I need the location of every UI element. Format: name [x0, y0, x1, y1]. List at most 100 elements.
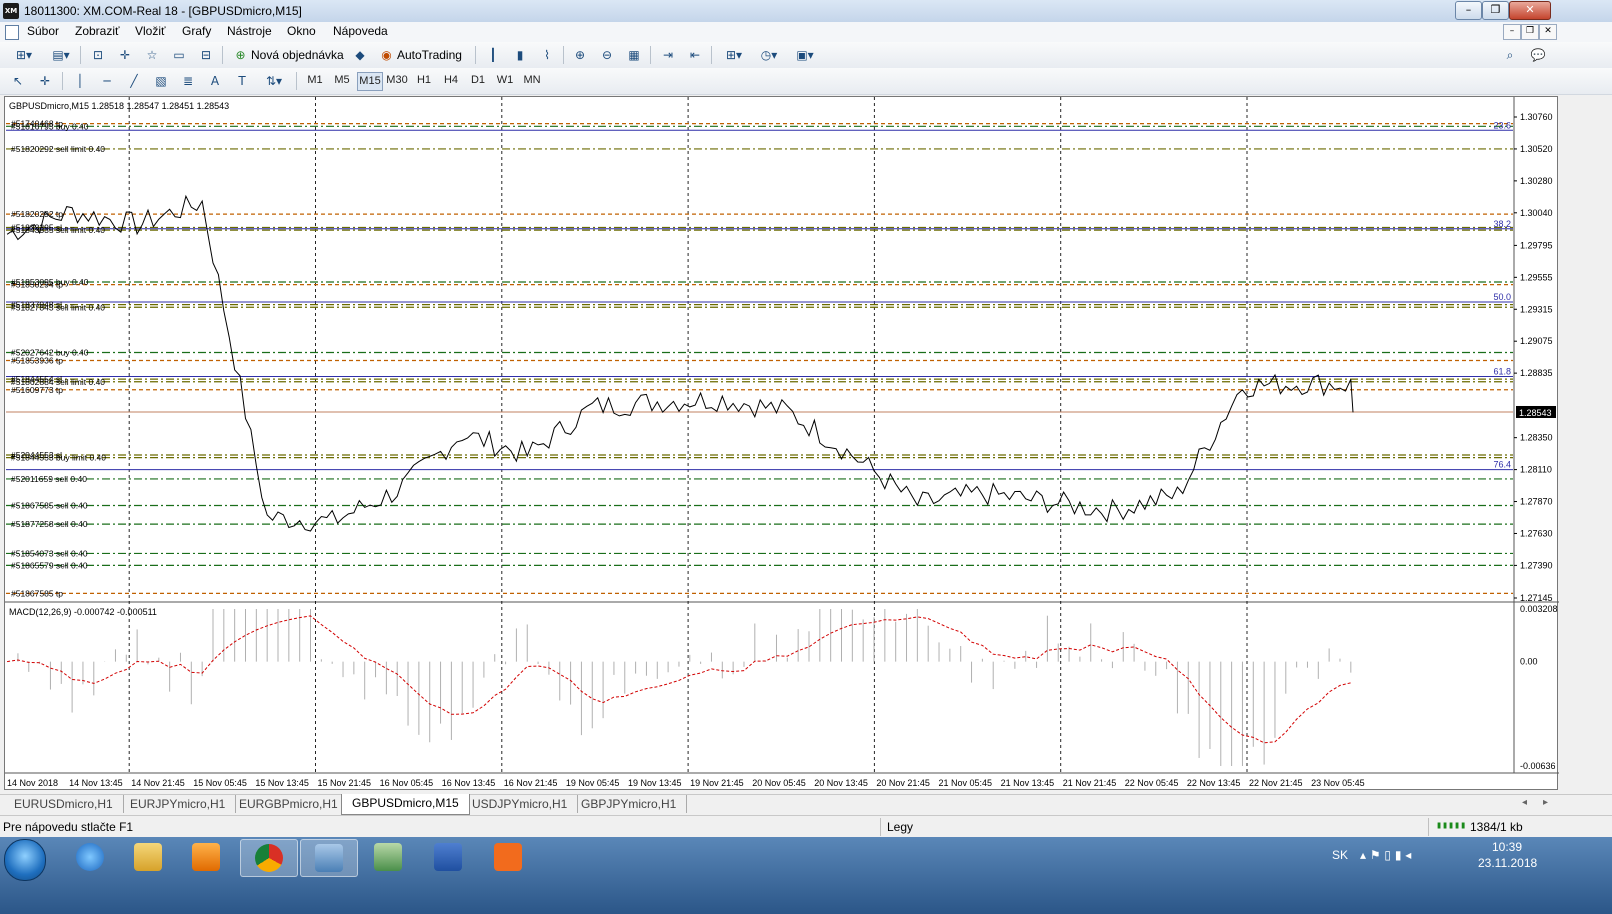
chart-doc-icon[interactable] — [5, 25, 19, 40]
start-button[interactable] — [4, 839, 46, 881]
mdi-close-icon[interactable]: ✕ — [1539, 24, 1557, 40]
price-series-line — [6, 194, 1354, 532]
media-player-icon[interactable] — [178, 839, 234, 875]
tab-eurusd[interactable]: EURUSDmicro,H1 — [4, 795, 124, 813]
tf-m1[interactable]: M1 — [303, 72, 327, 89]
tab-scroll-right-icon[interactable]: ▸ — [1543, 797, 1548, 808]
terminal2-icon[interactable] — [360, 839, 416, 875]
word-icon[interactable] — [420, 839, 476, 875]
order-label: #51816793 buy 0.40 — [11, 121, 89, 131]
tab-usdjpy[interactable]: USDJPYmicro,H1 — [462, 795, 579, 813]
mdi-minimize-icon[interactable]: – — [1503, 24, 1521, 40]
menu-zobrazit[interactable]: Zobraziť — [75, 24, 120, 38]
autotrading-button[interactable]: ◉ AutoTrading — [376, 45, 466, 66]
fibonacci-icon[interactable]: ≣ — [178, 71, 198, 92]
tf-h1[interactable]: H1 — [412, 72, 436, 89]
minimize-icon[interactable]: – — [1455, 1, 1482, 20]
tf-m15[interactable]: M15 — [357, 72, 383, 91]
price-axis-label: 1.28350 — [1520, 433, 1553, 443]
text-icon[interactable]: A — [205, 71, 225, 92]
price-axis-label: 1.27630 — [1520, 528, 1553, 538]
chart-shift-icon[interactable]: ⇤ — [685, 45, 705, 66]
zoom-in-icon[interactable]: ⊕ — [570, 45, 590, 66]
tray-language[interactable]: SK — [1332, 848, 1348, 862]
price-axis-label: 1.30040 — [1520, 208, 1553, 218]
chart-window[interactable]: 23.6 38.2 50.0 61.8 76.4 #51740468 tp #5181679… — [4, 96, 1559, 791]
meta-editor-icon[interactable]: ◆ — [350, 45, 370, 66]
ie-icon[interactable] — [62, 839, 118, 875]
terminal-icon[interactable] — [300, 839, 358, 877]
tf-mn[interactable]: MN — [520, 72, 544, 89]
bar-chart-icon[interactable]: ┃ — [483, 45, 503, 66]
vertical-line-icon[interactable]: │ — [70, 71, 90, 92]
time-axis-label: 14 Nov 2018 — [7, 778, 58, 788]
title-bar: XM 18011300: XM.COM-Real 18 - [GBPUSDmic… — [0, 0, 1612, 23]
price-axis-label: 1.30280 — [1520, 176, 1553, 186]
order-label: #51853936 tp — [11, 355, 63, 365]
tray-time[interactable]: 10:39 — [1492, 840, 1522, 854]
indicators-icon[interactable]: ⊞▾ — [719, 45, 749, 66]
new-order-button[interactable]: ⊕ Nová objednávka — [230, 45, 348, 66]
cursor-icon[interactable]: ↖ — [8, 71, 28, 92]
tf-d1[interactable]: D1 — [466, 72, 490, 89]
tray-date[interactable]: 23.11.2018 — [1478, 856, 1537, 870]
tf-w1[interactable]: W1 — [493, 72, 517, 89]
market-watch-icon[interactable]: ⊡ — [88, 45, 108, 66]
arrows-icon[interactable]: ⇅▾ — [259, 71, 289, 92]
trendline-icon[interactable]: ╱ — [124, 71, 144, 92]
crosshair-icon[interactable]: ✛ — [35, 71, 55, 92]
new-order-icon: ⊕ — [235, 48, 246, 62]
menu-nastroje[interactable]: Nástroje — [227, 24, 272, 38]
horizontal-line-icon[interactable]: ─ — [97, 71, 117, 92]
tab-gbpjpy[interactable]: GBPJPYmicro,H1 — [571, 795, 688, 813]
profiles-icon[interactable]: ▤▾ — [46, 45, 76, 66]
chat-icon[interactable]: 💬 — [1528, 45, 1548, 66]
terminal-window-icon[interactable]: ▭ — [169, 45, 189, 66]
tf-m30[interactable]: M30 — [385, 72, 409, 89]
macd-axis-label: -0.00636 — [1520, 761, 1556, 771]
app-logo-icon: XM — [3, 3, 19, 19]
templates-icon[interactable]: ▣▾ — [790, 45, 820, 66]
text-label-icon[interactable]: T — [232, 71, 252, 92]
auto-scroll-icon[interactable]: ⇥ — [658, 45, 678, 66]
menu-vlozit[interactable]: Vložiť — [135, 24, 166, 38]
line-chart-icon[interactable]: ⌇ — [537, 45, 557, 66]
zoom-out-icon[interactable]: ⊖ — [597, 45, 617, 66]
search-icon[interactable]: ⌕ — [1500, 45, 1520, 66]
candlestick-icon[interactable]: ▮ — [510, 45, 530, 66]
order-label: #51844553 buy limit 0.40 — [11, 453, 106, 463]
new-chart-icon[interactable]: ⊞▾ — [8, 45, 40, 66]
time-axis-label: 22 Nov 13:45 — [1187, 778, 1241, 788]
menu-grafy[interactable]: Grafy — [182, 24, 211, 38]
tf-h4[interactable]: H4 — [439, 72, 463, 89]
menu-napoveda[interactable]: Nápoveda — [333, 24, 388, 38]
status-bar: Pre nápovedu stlačte F1 Legy ▮▮▮▮▮ 1384/… — [0, 815, 1612, 838]
data-window-icon[interactable]: ✛ — [115, 45, 135, 66]
tab-eurjpy[interactable]: EURJPYmicro,H1 — [120, 795, 237, 813]
menu-subor[interactable]: Súbor — [27, 24, 59, 38]
status-profile: Legy — [887, 820, 914, 834]
tile-windows-icon[interactable]: ▦ — [624, 45, 644, 66]
price-chart[interactable]: 23.638.250.061.876.4#51740468 tp#5181679… — [5, 97, 1559, 791]
navigator-icon[interactable]: ☆ — [142, 45, 162, 66]
time-axis-label: 16 Nov 21:45 — [504, 778, 558, 788]
explorer-icon[interactable] — [120, 839, 176, 875]
tf-m5[interactable]: M5 — [330, 72, 354, 89]
mdi-restore-icon[interactable]: ❐ — [1521, 24, 1539, 40]
channel-icon[interactable]: ▧ — [151, 71, 171, 92]
strategy-tester-icon[interactable]: ⊟ — [196, 45, 216, 66]
tab-gbpusd[interactable]: GBPUSDmicro,M15 — [341, 794, 470, 815]
chrome-icon[interactable] — [240, 839, 298, 877]
tab-scroll-left-icon[interactable]: ◂ — [1522, 797, 1527, 808]
restore-icon[interactable]: ❐ — [1482, 1, 1509, 20]
menu-okno[interactable]: Okno — [287, 24, 316, 38]
time-axis-label: 22 Nov 21:45 — [1249, 778, 1303, 788]
close-icon[interactable]: ✕ — [1509, 1, 1551, 20]
tray-icons[interactable]: ▴ ⚑ ▯ ▮ ◂ — [1360, 848, 1411, 862]
order-label: #51843335 sell limit 0.40 — [11, 225, 105, 235]
xiaomi-icon[interactable] — [480, 839, 536, 875]
periods-icon[interactable]: ◷▾ — [754, 45, 784, 66]
tab-eurgbp[interactable]: EURGBPmicro,H1 — [229, 795, 349, 813]
fibo-level-label: 23.6 — [1493, 120, 1511, 130]
price-axis-label: 1.28835 — [1520, 368, 1553, 378]
